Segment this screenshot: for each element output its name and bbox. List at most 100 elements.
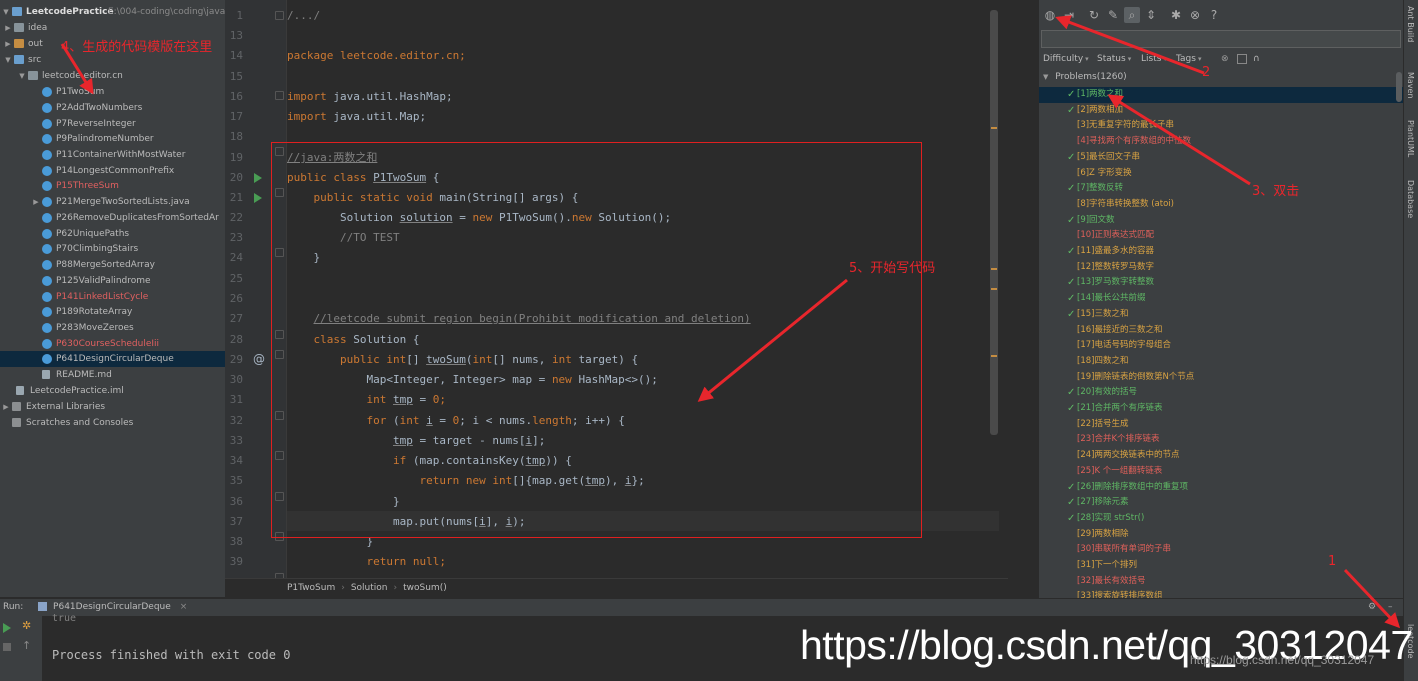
login-icon[interactable]: ⇥ bbox=[1061, 7, 1077, 23]
difficulty-filter[interactable]: Difficulty ▾ bbox=[1043, 54, 1089, 64]
problem-list-scrollbar[interactable] bbox=[1396, 72, 1402, 102]
code-line[interactable]: import java.util.HashMap; bbox=[287, 87, 453, 107]
intersection-toggle[interactable]: ∩ bbox=[1253, 54, 1260, 64]
problem-item[interactable]: ✓ [2]两数相加 bbox=[1039, 103, 1403, 119]
breadcrumb-inner-class[interactable]: Solution bbox=[351, 583, 388, 593]
tree-item[interactable]: Scratches and Consoles bbox=[0, 415, 225, 431]
tree-item[interactable]: LeetcodePractice.iml bbox=[0, 383, 225, 399]
problem-item[interactable]: ✓ [27]移除元素 bbox=[1039, 495, 1403, 511]
tree-item[interactable]: ▼ leetcode.editor.cn bbox=[0, 68, 225, 84]
problem-item[interactable]: ✓ [15]三数之和 bbox=[1039, 307, 1403, 323]
breadcrumb-class[interactable]: P1TwoSum bbox=[287, 583, 335, 593]
expand-arrow-icon[interactable]: ▼ bbox=[2, 4, 10, 20]
tree-item[interactable]: P11ContainerWithMostWater bbox=[0, 147, 225, 163]
gear-icon[interactable]: ⚙ bbox=[1368, 599, 1376, 616]
problem-item[interactable]: [12]整数转罗马数字 bbox=[1039, 260, 1403, 276]
tree-item[interactable]: P2AddTwoNumbers bbox=[0, 100, 225, 116]
run-gutter-icon[interactable] bbox=[254, 173, 262, 183]
tree-item[interactable]: ▶ idea bbox=[0, 20, 225, 36]
override-marker-icon[interactable]: @ bbox=[253, 352, 265, 366]
debug-icon[interactable]: ✲ bbox=[22, 619, 31, 632]
problem-item[interactable]: [30]串联所有单词的子串 bbox=[1039, 542, 1403, 558]
refresh-icon[interactable]: ↻ bbox=[1086, 7, 1102, 23]
problem-item[interactable]: [6]Z 字形变换 bbox=[1039, 166, 1403, 182]
problem-item[interactable]: ✓ [20]有效的括号 bbox=[1039, 385, 1403, 401]
tab-maven[interactable]: Maven bbox=[1406, 72, 1415, 99]
code-line[interactable]: import java.util.Map; bbox=[287, 107, 426, 127]
problem-item[interactable]: [22]括号生成 bbox=[1039, 417, 1403, 433]
problem-item[interactable]: ✓ [1]两数之和 bbox=[1039, 87, 1403, 103]
fold-marker-icon[interactable] bbox=[275, 91, 284, 100]
tree-item[interactable]: P630CourseScheduleIii bbox=[0, 336, 225, 352]
problem-item[interactable]: [19]删除链表的倒数第N个节点 bbox=[1039, 370, 1403, 386]
close-icon[interactable]: ⊗ bbox=[1187, 7, 1203, 23]
code-line[interactable]: return null; bbox=[287, 552, 446, 572]
tab-plantuml[interactable]: PlantUML bbox=[1406, 120, 1415, 157]
problem-item[interactable]: [3]无重复字符的最长子串 bbox=[1039, 118, 1403, 134]
problem-item[interactable]: [23]合并K个排序链表 bbox=[1039, 432, 1403, 448]
problem-item[interactable]: [4]寻找两个有序数组的中位数 bbox=[1039, 134, 1403, 150]
tab-ant-build[interactable]: Ant Build bbox=[1406, 6, 1415, 42]
tree-item[interactable]: P189RotateArray bbox=[0, 304, 225, 320]
wrench-icon[interactable]: ✎ bbox=[1105, 7, 1121, 23]
problem-item[interactable]: [8]字符串转换整数 (atoi) bbox=[1039, 197, 1403, 213]
tree-item[interactable]: P15ThreeSum bbox=[0, 178, 225, 194]
collapse-icon[interactable]: ⇕ bbox=[1143, 7, 1159, 23]
tree-item[interactable]: P9PalindromeNumber bbox=[0, 131, 225, 147]
editor-scrollbar[interactable] bbox=[990, 10, 998, 435]
problem-item[interactable]: [24]两两交换链表中的节点 bbox=[1039, 448, 1403, 464]
rerun-icon[interactable] bbox=[3, 623, 11, 633]
project-root[interactable]: ▼ LeetcodePractice E:\004-coding\coding\… bbox=[0, 4, 225, 20]
tree-item[interactable]: P70ClimbingStairs bbox=[0, 241, 225, 257]
tree-item[interactable]: P641DesignCircularDeque bbox=[0, 351, 225, 367]
problem-item[interactable]: [10]正则表达式匹配 bbox=[1039, 228, 1403, 244]
problem-item[interactable]: [32]最长有效括号 bbox=[1039, 574, 1403, 590]
search-icon[interactable]: ⌕ bbox=[1124, 7, 1140, 23]
tree-item[interactable]: P62UniquePaths bbox=[0, 226, 225, 242]
problem-item[interactable]: ✓ [7]整数反转 bbox=[1039, 181, 1403, 197]
run-gutter-icon[interactable] bbox=[254, 193, 262, 203]
expand-arrow-icon[interactable]: ▼ bbox=[1043, 73, 1048, 81]
problem-item[interactable]: [31]下一个排列 bbox=[1039, 558, 1403, 574]
expand-arrow-icon[interactable]: ▶ bbox=[32, 194, 40, 210]
problem-item[interactable]: [29]两数相除 bbox=[1039, 527, 1403, 543]
up-arrow-icon[interactable]: ↑ bbox=[22, 639, 31, 652]
expand-arrow-icon[interactable]: ▼ bbox=[18, 68, 26, 84]
problem-item[interactable]: ✓ [9]回文数 bbox=[1039, 213, 1403, 229]
clear-filter-icon[interactable]: ⊗ bbox=[1221, 54, 1229, 64]
stop-icon[interactable] bbox=[3, 643, 11, 651]
settings-icon[interactable]: ✱ bbox=[1168, 7, 1184, 23]
problem-item[interactable]: [17]电话号码的字母组合 bbox=[1039, 338, 1403, 354]
tree-item[interactable]: P7ReverseInteger bbox=[0, 116, 225, 132]
tree-item[interactable]: README.md bbox=[0, 367, 225, 383]
problem-item[interactable]: [18]四数之和 bbox=[1039, 354, 1403, 370]
code-line[interactable]: package leetcode.editor.cn; bbox=[287, 46, 466, 66]
expand-arrow-icon[interactable]: ▼ bbox=[4, 52, 12, 68]
status-filter[interactable]: Status ▾ bbox=[1097, 54, 1131, 64]
problem-search-input[interactable] bbox=[1041, 30, 1401, 48]
tree-item[interactable]: P14LongestCommonPrefix bbox=[0, 163, 225, 179]
tree-item[interactable]: P283MoveZeroes bbox=[0, 320, 225, 336]
problem-item[interactable]: ✓ [13]罗马数字转整数 bbox=[1039, 275, 1403, 291]
code-line[interactable]: /.../ bbox=[287, 6, 320, 26]
tree-item[interactable]: ▶ P21MergeTwoSortedLists.java bbox=[0, 194, 225, 210]
problem-item[interactable]: ✓ [5]最长回文子串 bbox=[1039, 150, 1403, 166]
tree-item[interactable]: P26RemoveDuplicatesFromSortedAr bbox=[0, 210, 225, 226]
run-tab[interactable]: P641DesignCircularDeque bbox=[53, 602, 171, 612]
problem-item[interactable]: ✓ [21]合并两个有序链表 bbox=[1039, 401, 1403, 417]
help-icon[interactable]: ? bbox=[1206, 7, 1222, 23]
breadcrumb-method[interactable]: twoSum() bbox=[403, 583, 447, 593]
problems-root[interactable]: ▼ Problems(1260) bbox=[1043, 72, 1127, 82]
problem-item[interactable]: [16]最接近的三数之和 bbox=[1039, 323, 1403, 339]
close-tab-icon[interactable]: × bbox=[180, 602, 188, 612]
tags-filter[interactable]: Tags ▾ bbox=[1176, 54, 1201, 64]
expand-arrow-icon[interactable]: ▶ bbox=[4, 36, 12, 52]
tab-database[interactable]: Database bbox=[1406, 180, 1415, 218]
tree-item[interactable]: ▶ External Libraries bbox=[0, 399, 225, 415]
problem-item[interactable]: ✓ [26]删除排序数组中的重复项 bbox=[1039, 480, 1403, 496]
problem-item[interactable]: [25]K 个一组翻转链表 bbox=[1039, 464, 1403, 480]
expand-arrow-icon[interactable]: ▶ bbox=[4, 20, 12, 36]
lists-filter[interactable]: Lists ▾ bbox=[1141, 54, 1167, 64]
tree-item[interactable]: P1TwoSum bbox=[0, 84, 225, 100]
minimize-icon[interactable]: – bbox=[1388, 599, 1393, 616]
